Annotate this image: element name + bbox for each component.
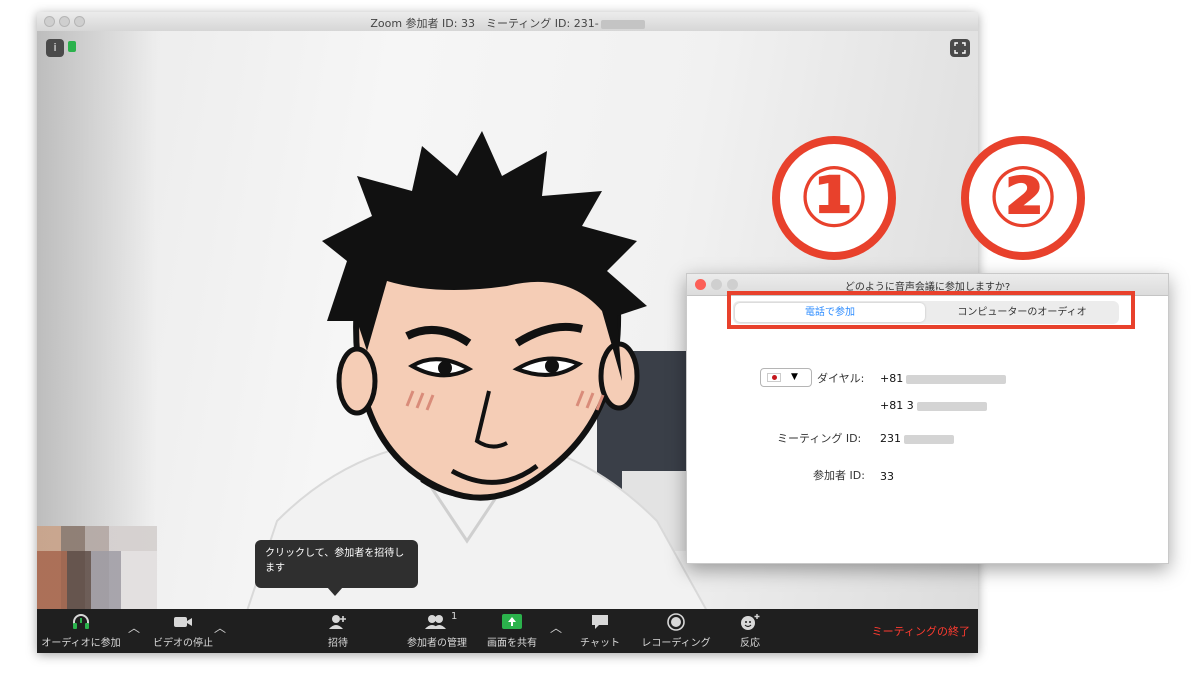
stop-video-label: ビデオの停止 [153,638,213,649]
share-options-caret[interactable]: ︿ [550,619,562,636]
record-button[interactable]: レコーディング [636,613,716,649]
meeting-info-icon[interactable]: i [46,39,64,57]
window-title: Zoom 参加者 ID: 33 ミーティング ID: 231- [37,15,978,31]
invite-label: 招待 [328,638,348,649]
join-audio-button[interactable]: オーディオに参加 [40,613,122,649]
left-ear [336,346,378,416]
meeting-toolbar: オーディオに参加 ︿ ビデオの停止 ︿ 招待 1 参加者の管理 画面を共有 ︿ … [37,609,978,653]
participant-id-label: 参加者 ID: [813,469,865,482]
japan-flag-icon [767,373,781,382]
headphones-icon [73,614,89,629]
chat-button[interactable]: チャット [575,613,625,649]
redacted-number [916,401,987,411]
lock-icon [68,41,76,52]
country-select[interactable]: ▼ [760,368,812,387]
share-screen-button[interactable]: 画面を共有 [481,613,543,649]
redacted-number [904,434,954,444]
dial-label: ダイヤル: [817,372,865,385]
pixelated-region-lower [37,551,157,609]
share-screen-icon [502,614,522,629]
annotation-number-1: ① [772,136,896,260]
participant-avatar [246,131,708,609]
redacted-number [906,374,1007,384]
wall-background [37,31,157,609]
participant-id-value: 33 [880,470,894,483]
meeting-id-value: 231 [880,432,954,445]
fullscreen-icon[interactable] [950,39,970,57]
dial-number-1: +81 [880,372,1007,385]
record-icon [667,613,685,631]
video-camera-icon [174,617,192,627]
audio-join-dialog: どのように音声会議に参加しますか? 電話で参加 コンピューターのオーディオ ▼ … [686,273,1169,564]
annotation-highlight-box [727,291,1135,329]
add-user-icon [329,615,346,629]
invite-button[interactable]: 招待 [317,613,359,649]
reactions-button[interactable]: 反応 [730,613,770,649]
share-screen-label: 画面を共有 [487,638,537,649]
participants-label: 参加者の管理 [407,638,467,649]
redacted-id [600,19,645,29]
invite-tooltip: クリックして、参加者を招待します [255,540,418,588]
annotation-number-2: ② [961,136,1085,260]
dial-number-2-text: +81 3 [880,399,914,412]
join-audio-label: オーディオに参加 [41,638,121,649]
video-options-caret[interactable]: ︿ [214,619,226,636]
dropdown-caret-icon: ▼ [791,372,798,382]
title-bar: Zoom 参加者 ID: 33 ミーティング ID: 231- [37,12,978,32]
smiley-add-icon [741,614,760,630]
participant-count: 1 [451,611,458,622]
participants-icon [425,615,446,629]
end-meeting-button[interactable]: ミーティングの終了 [872,623,970,639]
manage-participants-button[interactable]: 1 参加者の管理 [389,611,485,649]
dial-number-2: +81 3 [880,399,987,412]
window-title-text: Zoom 参加者 ID: 33 ミーティング ID: 231- [370,17,599,30]
chat-label: チャット [580,638,620,649]
chat-icon [592,615,608,629]
stop-video-button[interactable]: ビデオの停止 [143,613,223,649]
meeting-id-text: 231 [880,432,901,445]
audio-options-caret[interactable]: ︿ [128,619,140,636]
meeting-id-label: ミーティング ID: [777,432,862,445]
reactions-label: 反応 [740,638,760,649]
record-label: レコーディング [641,638,711,649]
dial-number-1-text: +81 [880,372,904,385]
tooltip-arrow [327,587,343,596]
